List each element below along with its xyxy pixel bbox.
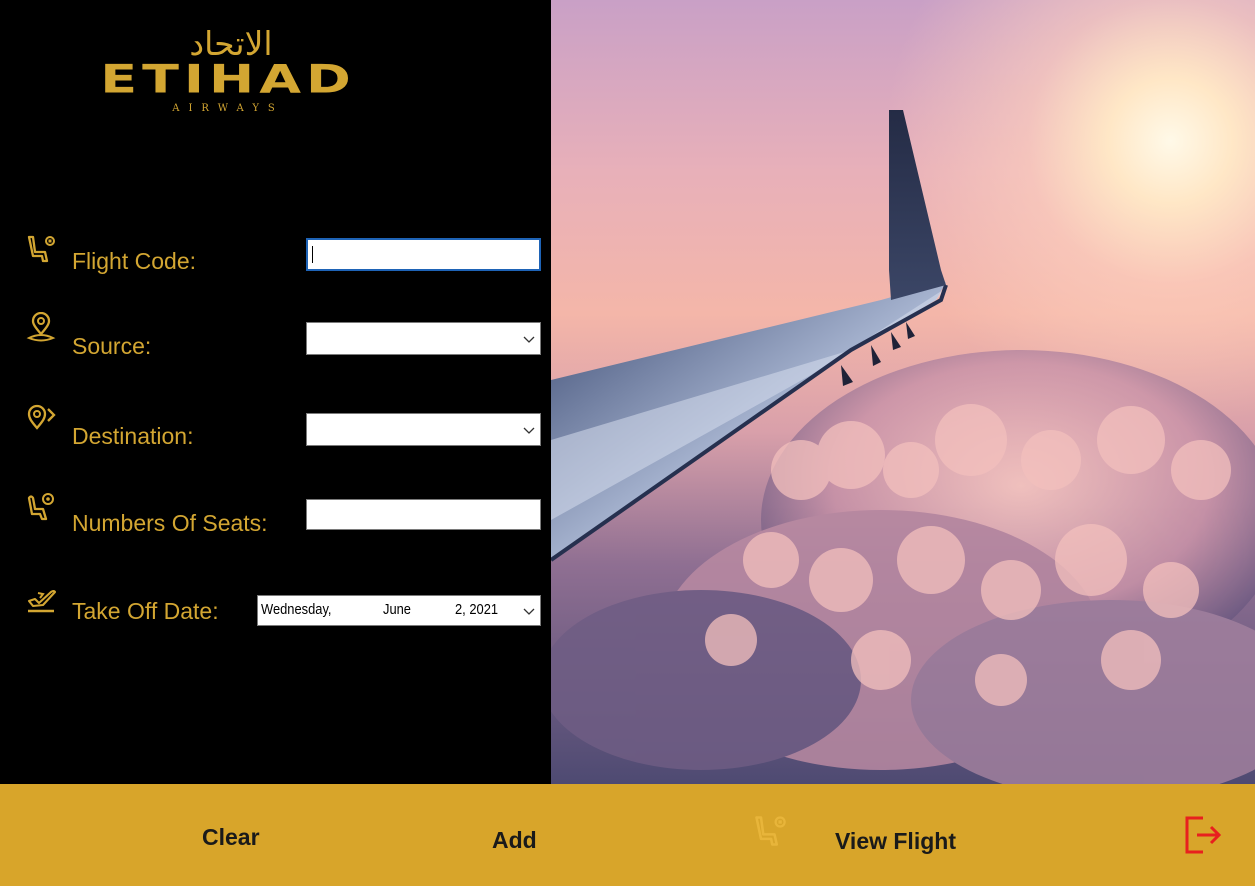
clear-button[interactable]: Clear [202, 824, 260, 851]
chevron-down-icon [523, 427, 535, 434]
seats-input[interactable] [306, 499, 541, 530]
logo-main: ETIHAD [100, 56, 356, 102]
etihad-logo: الاتحاد ETIHAD AIRWAYS [72, 24, 384, 120]
takeoff-date-label: Take Off Date: [72, 598, 219, 624]
cloud-layer [551, 110, 1255, 784]
takeoff-date-picker[interactable]: Wednesday, June 2, 2021 [257, 595, 541, 626]
date-weekday: Wednesday, [261, 601, 332, 618]
takeoff-plane-icon [27, 589, 57, 613]
seat-flight-icon [27, 235, 55, 263]
exit-icon[interactable] [1183, 814, 1223, 856]
date-day-year: 2, 2021 [455, 601, 499, 618]
view-flight-button[interactable]: View Flight [835, 828, 956, 855]
source-label: Source: [72, 333, 152, 359]
location-pin-icon [26, 312, 56, 342]
action-bar: Clear Add View Flight [0, 784, 1255, 886]
text-caret [312, 246, 313, 263]
date-month: June [383, 601, 411, 618]
flight-code-label: Flight Code: [72, 248, 197, 274]
calendar-dropdown-icon[interactable] [522, 605, 536, 619]
destination-label: Destination: [72, 423, 194, 449]
source-dropdown[interactable] [306, 322, 541, 355]
chevron-down-icon [523, 336, 535, 343]
destination-dropdown[interactable] [306, 413, 541, 446]
seat-number-icon [27, 493, 54, 521]
add-button[interactable]: Add [492, 827, 537, 854]
flight-code-input[interactable] [306, 238, 541, 271]
seats-label: Numbers Of Seats: [72, 510, 268, 536]
destination-pin-icon [27, 404, 56, 430]
logo-sub: AIRWAYS [172, 103, 284, 114]
form-panel: الاتحاد ETIHAD AIRWAYS Flight Code: Sour… [0, 0, 551, 784]
seat-flight-icon [755, 816, 786, 846]
airplane-wing-photo [551, 0, 1255, 784]
